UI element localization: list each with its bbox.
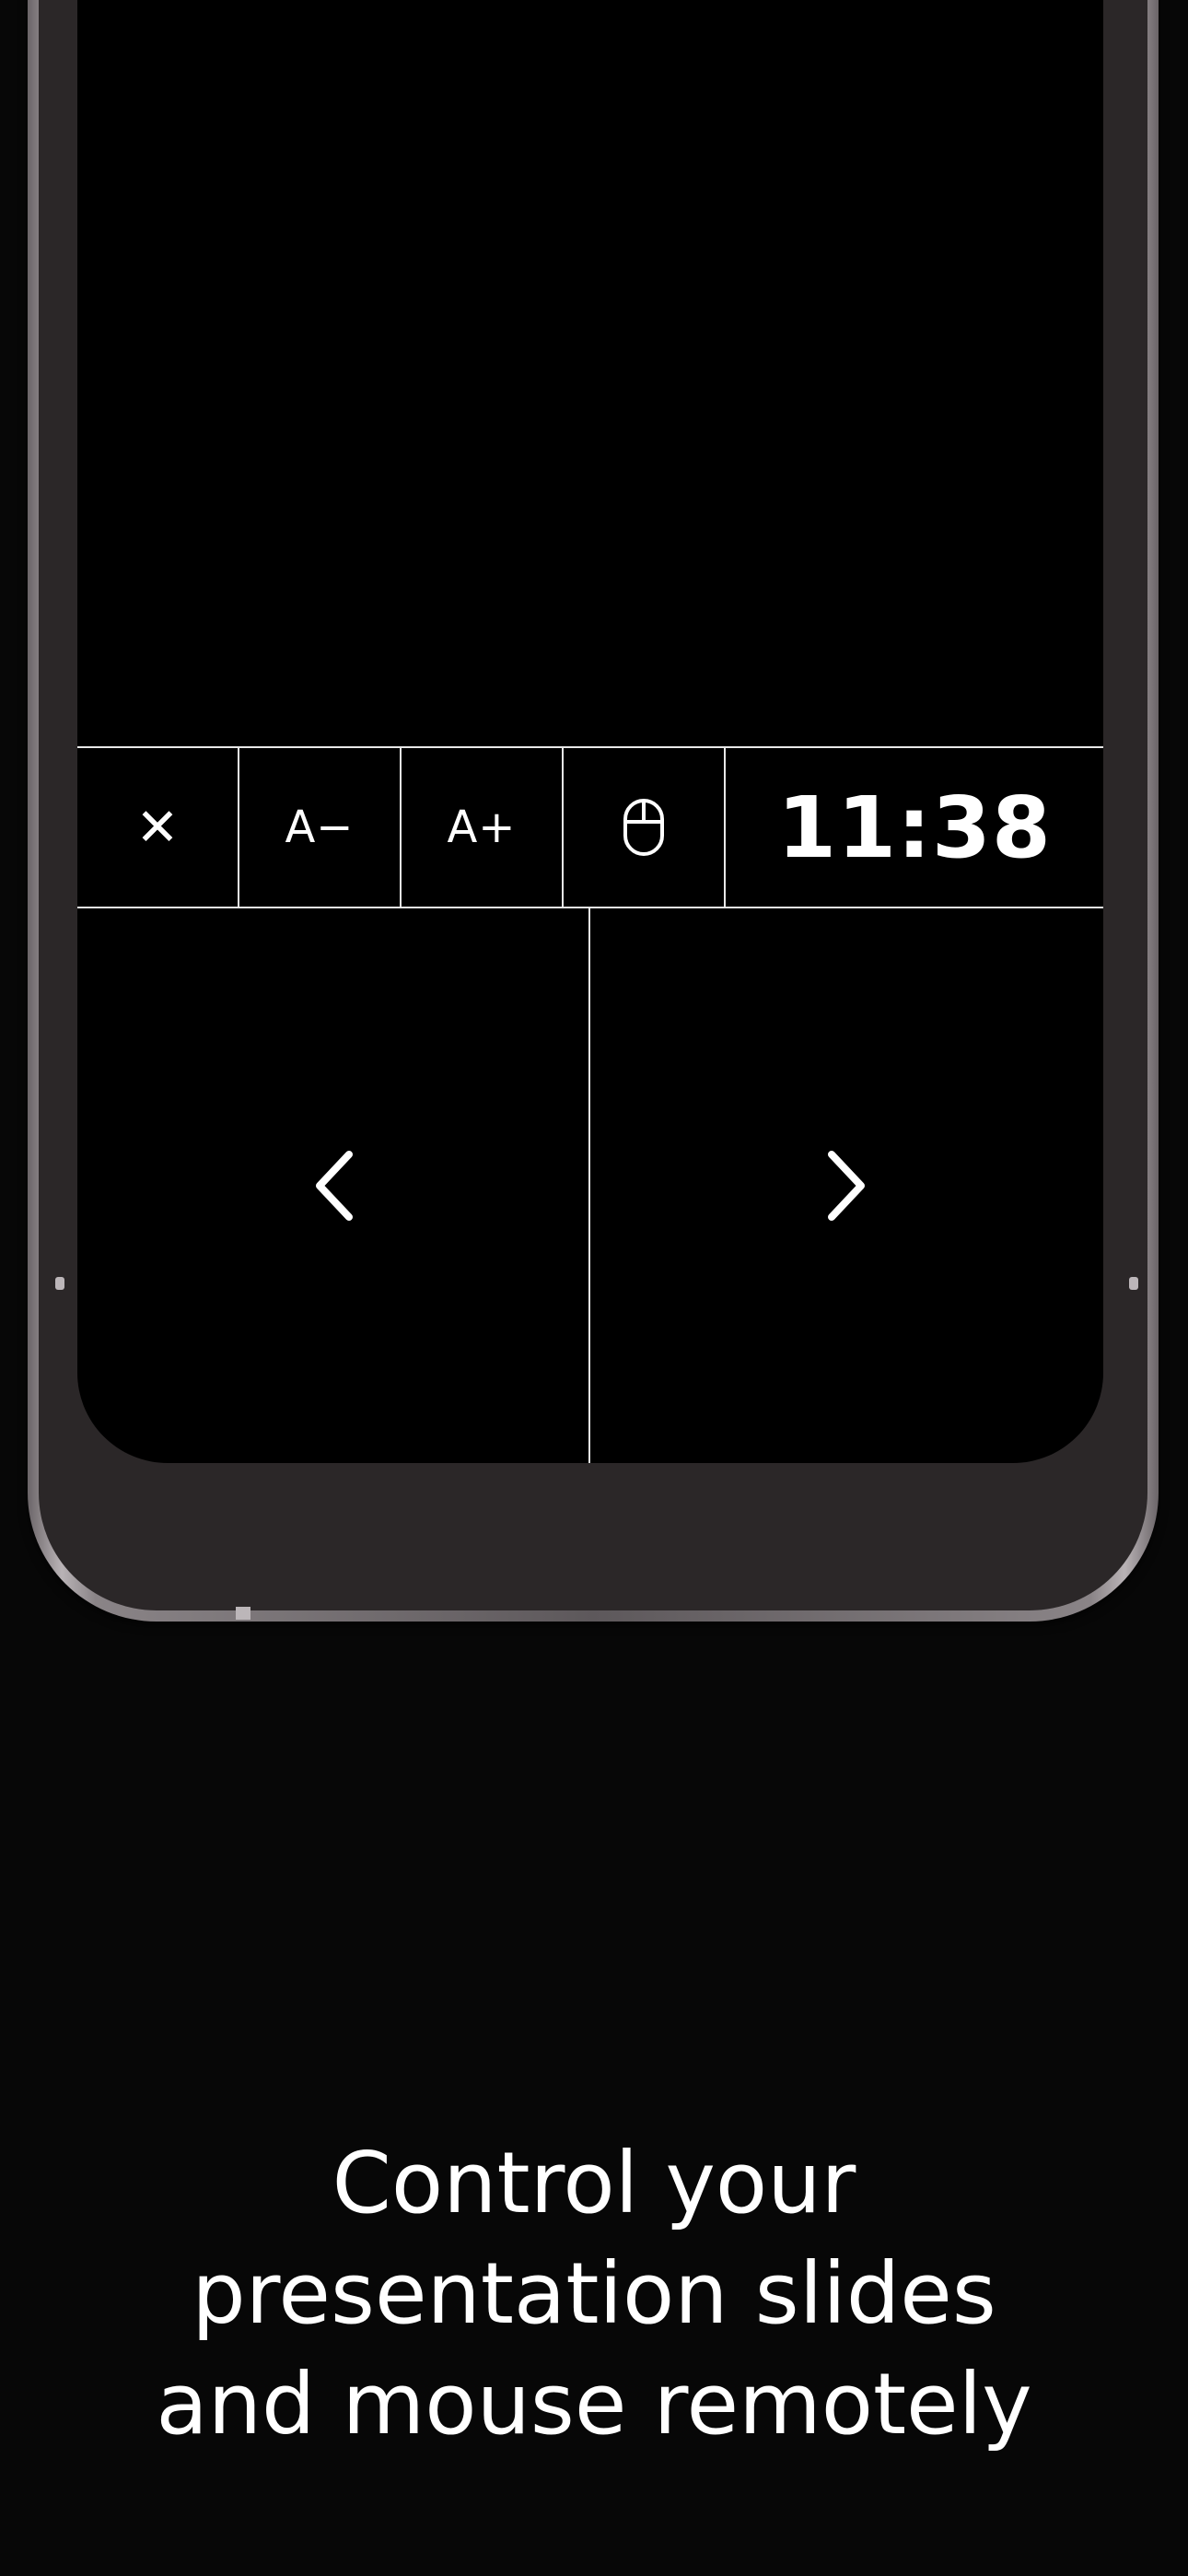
- phone-side-detail-right: [1129, 1277, 1138, 1290]
- slide-navigation: [77, 908, 1103, 1463]
- caption-line-2: presentation slides: [192, 2244, 996, 2343]
- mouse-mode-button[interactable]: [564, 748, 726, 907]
- chevron-right-icon: [827, 1151, 865, 1221]
- phone-frame: ✕ A− A+ 11:38: [28, 0, 1159, 1622]
- phone-side-detail: [55, 1277, 64, 1290]
- previous-slide-button[interactable]: [77, 908, 590, 1463]
- clock-display: 11:38: [726, 748, 1103, 907]
- remote-toolbar: ✕ A− A+ 11:38: [77, 746, 1103, 908]
- font-decrease-button[interactable]: A−: [239, 748, 402, 907]
- next-slide-button[interactable]: [590, 908, 1103, 1463]
- chevron-left-icon: [315, 1151, 353, 1221]
- caption-line-1: Control your: [332, 2134, 856, 2232]
- font-increase-button[interactable]: A+: [402, 748, 564, 907]
- phone-bottom-detail: [236, 1607, 250, 1620]
- caption-line-3: and mouse remotely: [156, 2355, 1032, 2453]
- close-button[interactable]: ✕: [77, 748, 239, 907]
- close-icon: ✕: [135, 797, 180, 858]
- clock-time: 11:38: [777, 778, 1052, 877]
- font-increase-label: A+: [447, 802, 517, 853]
- font-decrease-label: A−: [285, 802, 355, 853]
- phone-screen: ✕ A− A+ 11:38: [77, 0, 1103, 1463]
- mouse-icon: [623, 799, 664, 856]
- promo-caption: Control your presentation slides and mou…: [0, 2128, 1188, 2460]
